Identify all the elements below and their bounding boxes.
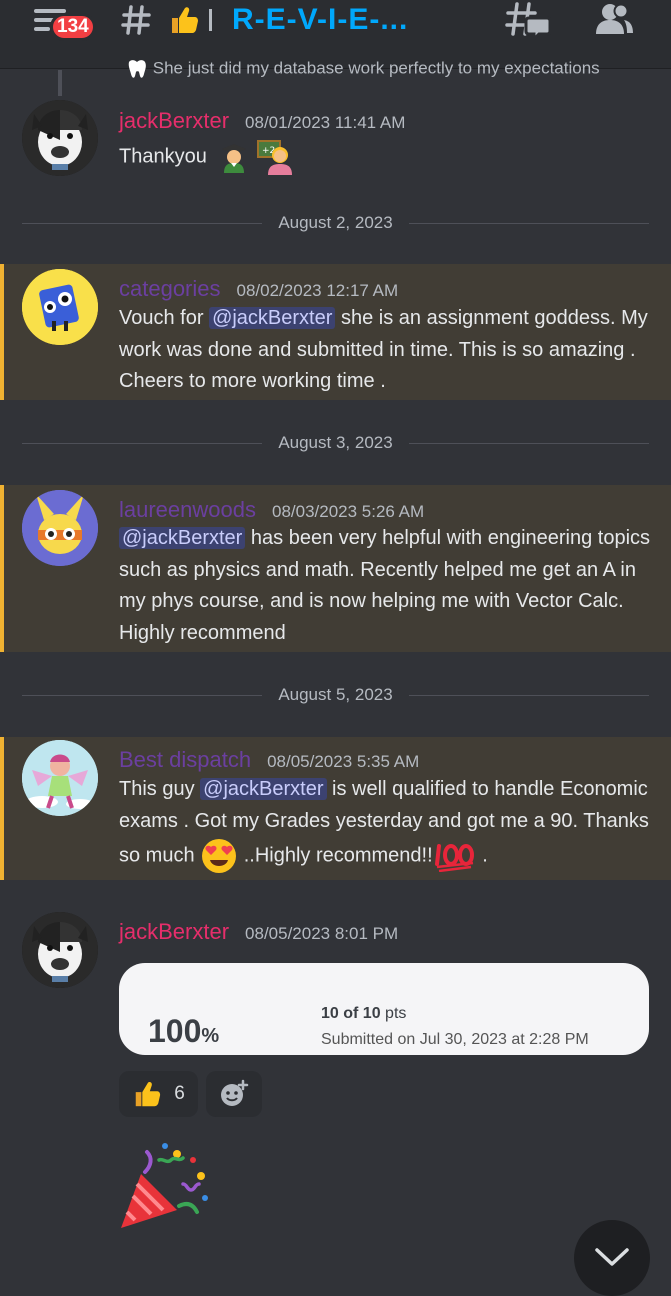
teacher-emoji-icon: +2 bbox=[256, 139, 294, 175]
author-name[interactable]: categories bbox=[119, 276, 221, 302]
points-display: 10 of 10 pts bbox=[321, 1005, 406, 1023]
reaction-count: 6 bbox=[174, 1083, 185, 1104]
avatar[interactable] bbox=[22, 912, 98, 988]
reaction-thumbs-up[interactable]: 6 bbox=[119, 1071, 198, 1117]
chevron-down-icon bbox=[594, 1246, 630, 1296]
score-value: 100 bbox=[148, 1013, 202, 1049]
message-header: categories 08/02/2023 12:17 AM bbox=[119, 276, 398, 302]
message-content: This guy @jackBerxter is well qualified … bbox=[119, 774, 651, 875]
channel-title[interactable]: R-E-V-I-E-... bbox=[232, 0, 408, 40]
score-display: 100% bbox=[148, 1013, 219, 1050]
score-unit: % bbox=[201, 1025, 220, 1047]
user-mention[interactable]: @jackBerxter bbox=[119, 527, 246, 549]
timestamp: 08/01/2023 11:41 AM bbox=[245, 113, 406, 132]
avatar[interactable] bbox=[22, 100, 98, 176]
message-content: Vouch for @jackBerxter she is an assignm… bbox=[119, 303, 651, 398]
avatar[interactable] bbox=[22, 490, 98, 566]
message-header: jackBerxter 08/05/2023 8:01 PM bbox=[119, 919, 398, 945]
jump-to-bottom-button[interactable] bbox=[574, 1220, 650, 1296]
message-header: jackBerxter 08/01/2023 11:41 AM bbox=[119, 108, 405, 134]
avatar[interactable] bbox=[22, 740, 98, 816]
date-divider: August 2, 2023 bbox=[22, 212, 649, 234]
message-3[interactable]: laureenwoods 08/03/2023 5:26 AM @jackBer… bbox=[0, 485, 671, 652]
message-text: This guy bbox=[119, 778, 201, 800]
party-popper-icon bbox=[117, 1140, 213, 1232]
author-name[interactable]: Best dispatch bbox=[119, 747, 251, 773]
message-header: Best dispatch 08/05/2023 5:35 AM bbox=[119, 747, 419, 773]
reply-preview-text: She just did my database work perfectly … bbox=[152, 58, 600, 78]
tooth-icon bbox=[126, 58, 148, 80]
attachment-image[interactable]: 100% 10 of 10 pts Submitted on Jul 30, 2… bbox=[119, 963, 649, 1055]
separator-bar bbox=[209, 0, 212, 40]
message-1[interactable]: jackBerxter 08/01/2023 11:41 AM Thankyou… bbox=[0, 96, 671, 192]
timestamp: 08/05/2023 5:35 AM bbox=[267, 752, 420, 771]
points-value: 10 of 10 bbox=[321, 1005, 381, 1022]
author-name[interactable]: jackBerxter bbox=[119, 919, 229, 945]
reply-connector bbox=[58, 70, 62, 96]
hash-icon bbox=[120, 0, 152, 40]
avatar[interactable] bbox=[22, 269, 98, 345]
hundred-points-emoji-icon bbox=[433, 840, 477, 872]
points-unit: pts bbox=[385, 1005, 407, 1022]
timestamp: 08/02/2023 12:17 AM bbox=[236, 281, 399, 300]
date-divider: August 3, 2023 bbox=[22, 432, 649, 454]
date-divider-label: August 5, 2023 bbox=[278, 685, 393, 704]
members-icon[interactable] bbox=[594, 0, 634, 40]
date-divider: August 5, 2023 bbox=[22, 684, 649, 706]
message-text: . bbox=[476, 844, 488, 867]
timestamp: 08/03/2023 5:26 AM bbox=[271, 502, 425, 521]
message-header: laureenwoods 08/03/2023 5:26 AM bbox=[119, 497, 424, 523]
thumbs-up-icon bbox=[132, 1079, 162, 1109]
graduate-emoji-icon bbox=[218, 141, 250, 173]
add-reaction-icon bbox=[219, 1079, 249, 1109]
message-4[interactable]: Best dispatch 08/05/2023 5:35 AM This gu… bbox=[0, 737, 671, 880]
date-divider-label: August 3, 2023 bbox=[278, 433, 393, 452]
timestamp: 08/05/2023 8:01 PM bbox=[245, 924, 399, 943]
unread-badge: 134 bbox=[50, 13, 96, 41]
author-name[interactable]: laureenwoods bbox=[119, 497, 256, 523]
add-reaction-button[interactable] bbox=[206, 1071, 262, 1117]
author-name[interactable]: jackBerxter bbox=[119, 108, 229, 134]
message-text: Thankyou bbox=[119, 145, 207, 168]
message-text: Vouch for bbox=[119, 307, 210, 329]
message-2[interactable]: categories 08/02/2023 12:17 AM Vouch for… bbox=[0, 264, 671, 400]
thumbs-up-icon bbox=[168, 0, 200, 40]
threads-icon[interactable] bbox=[505, 0, 551, 40]
user-mention[interactable]: @jackBerxter bbox=[209, 307, 336, 329]
message-content: Thankyou +2 bbox=[119, 139, 651, 175]
heart-eyes-emoji-icon bbox=[200, 837, 238, 875]
reply-preview[interactable]: She just did my database work perfectly … bbox=[126, 58, 600, 80]
submitted-date: Submitted on Jul 30, 2023 at 2:28 PM bbox=[321, 1031, 589, 1048]
message-content: @jackBerxter has been very helpful with … bbox=[119, 523, 651, 649]
message-text: ..Highly recommend!! bbox=[238, 844, 433, 867]
date-divider-label: August 2, 2023 bbox=[278, 213, 393, 232]
user-mention[interactable]: @jackBerxter bbox=[200, 778, 327, 800]
